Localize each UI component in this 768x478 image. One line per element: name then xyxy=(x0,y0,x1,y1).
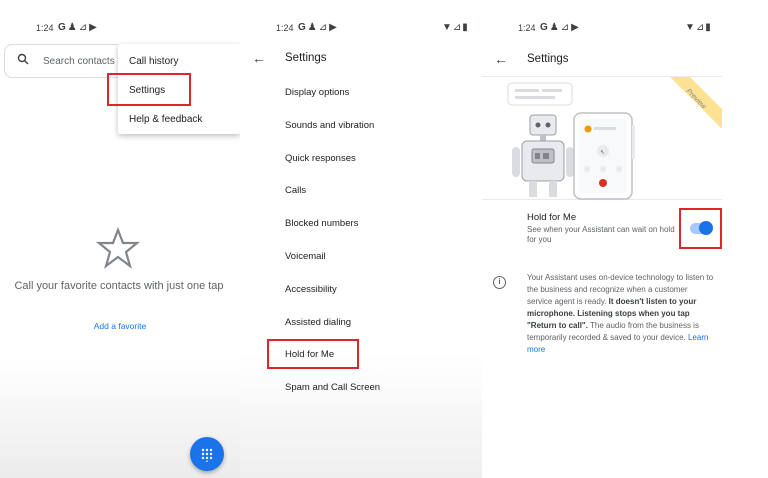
page-title: Settings xyxy=(527,53,569,65)
wifi-icon: ▼ xyxy=(442,22,453,33)
signal-icon: ⊿ xyxy=(695,22,706,33)
battery-icon: ▮ xyxy=(462,22,469,33)
status-bar: 1:24 G♟⊿▶ ▼⊿▮ xyxy=(482,22,768,36)
settings-item-blocked-numbers[interactable]: Blocked numbers xyxy=(285,218,358,229)
preview-ribbon: Preview xyxy=(668,77,722,131)
add-favorite-link[interactable]: Add a favorite xyxy=(0,321,240,331)
favorites-empty-text: Call your favorite contacts with just on… xyxy=(14,280,224,292)
signal-icon: ⊿ xyxy=(560,22,572,33)
status-bar: 1:24 G♟⊿▶ ▼⊿▮ xyxy=(240,22,482,36)
svg-text:↖: ↖ xyxy=(600,149,605,156)
signal-icon: ⊿ xyxy=(452,22,463,33)
settings-item-spam-call-screen[interactable]: Spam and Call Screen xyxy=(285,382,380,393)
settings-item-sounds-vibration[interactable]: Sounds and vibration xyxy=(285,120,374,131)
menu-item-help-feedback[interactable]: Help & feedback xyxy=(129,114,202,125)
dialpad-button[interactable] xyxy=(190,437,224,471)
settings-item-calls[interactable]: Calls xyxy=(285,185,306,196)
menu-item-call-history[interactable]: Call history xyxy=(129,56,178,67)
status-right-icons: ▼⊿▮ xyxy=(685,22,712,33)
settings-highlight-box xyxy=(107,73,191,106)
search-input[interactable]: Search contacts & xyxy=(43,56,124,67)
status-icons: G♟⊿▶ xyxy=(58,22,99,33)
star-icon xyxy=(96,226,140,269)
play-icon: ▶ xyxy=(89,22,99,33)
settings-item-display-options[interactable]: Display options xyxy=(285,87,349,98)
status-time: 1:24 xyxy=(36,23,54,33)
google-g-icon: G xyxy=(540,22,550,33)
status-time: 1:24 xyxy=(276,23,294,33)
info-icon: i xyxy=(493,276,506,289)
hold-for-me-screen: 1:24 G♟⊿▶ ▼⊿▮ ← Settings ↖ Preview Hold … xyxy=(482,0,768,478)
settings-item-accessibility[interactable]: Accessibility xyxy=(285,284,337,295)
status-time: 1:24 xyxy=(518,23,536,33)
person-icon: ♟ xyxy=(549,22,561,33)
settings-item-voicemail[interactable]: Voicemail xyxy=(285,251,326,262)
settings-item-quick-responses[interactable]: Quick responses xyxy=(285,153,356,164)
page-title: Settings xyxy=(285,52,327,64)
wifi-icon: ▼ xyxy=(685,22,696,33)
toggle-highlight-box xyxy=(679,208,722,249)
person-icon: ♟ xyxy=(307,22,319,33)
back-arrow-icon[interactable]: ← xyxy=(252,50,266,66)
google-g-icon: G xyxy=(298,22,308,33)
signal-icon: ⊿ xyxy=(318,22,330,33)
status-icons: G♟⊿▶ xyxy=(298,22,339,33)
favorites-screen: 1:24 G♟⊿▶ Search contacts & Call history… xyxy=(0,0,240,478)
settings-item-assisted-dialing[interactable]: Assisted dialing xyxy=(285,317,351,328)
status-icons: G♟⊿▶ xyxy=(540,22,581,33)
google-g-icon: G xyxy=(58,22,68,33)
play-icon: ▶ xyxy=(571,22,581,33)
hold-for-me-highlight-box xyxy=(267,339,359,369)
signal-icon: ⊿ xyxy=(78,22,90,33)
preview-badge: Preview xyxy=(684,87,708,111)
status-bar: 1:24 G♟⊿▶ xyxy=(0,22,240,36)
hold-for-me-subtitle: See when your Assistant can wait on hold… xyxy=(527,225,675,244)
back-arrow-icon[interactable]: ← xyxy=(494,51,508,67)
hold-for-me-info: Your Assistant uses on-device technology… xyxy=(527,272,715,356)
status-right-icons: ▼⊿▮ xyxy=(442,22,469,33)
play-icon: ▶ xyxy=(329,22,339,33)
dialpad-icon xyxy=(201,446,213,463)
hold-for-me-title: Hold for Me xyxy=(527,212,577,223)
assistant-illustration: ↖ Preview xyxy=(482,76,722,200)
person-icon: ♟ xyxy=(67,22,79,33)
search-icon[interactable] xyxy=(17,53,29,68)
battery-icon: ▮ xyxy=(705,22,712,33)
settings-screen: 1:24 G♟⊿▶ ▼⊿▮ ← Settings Display options… xyxy=(240,0,482,478)
